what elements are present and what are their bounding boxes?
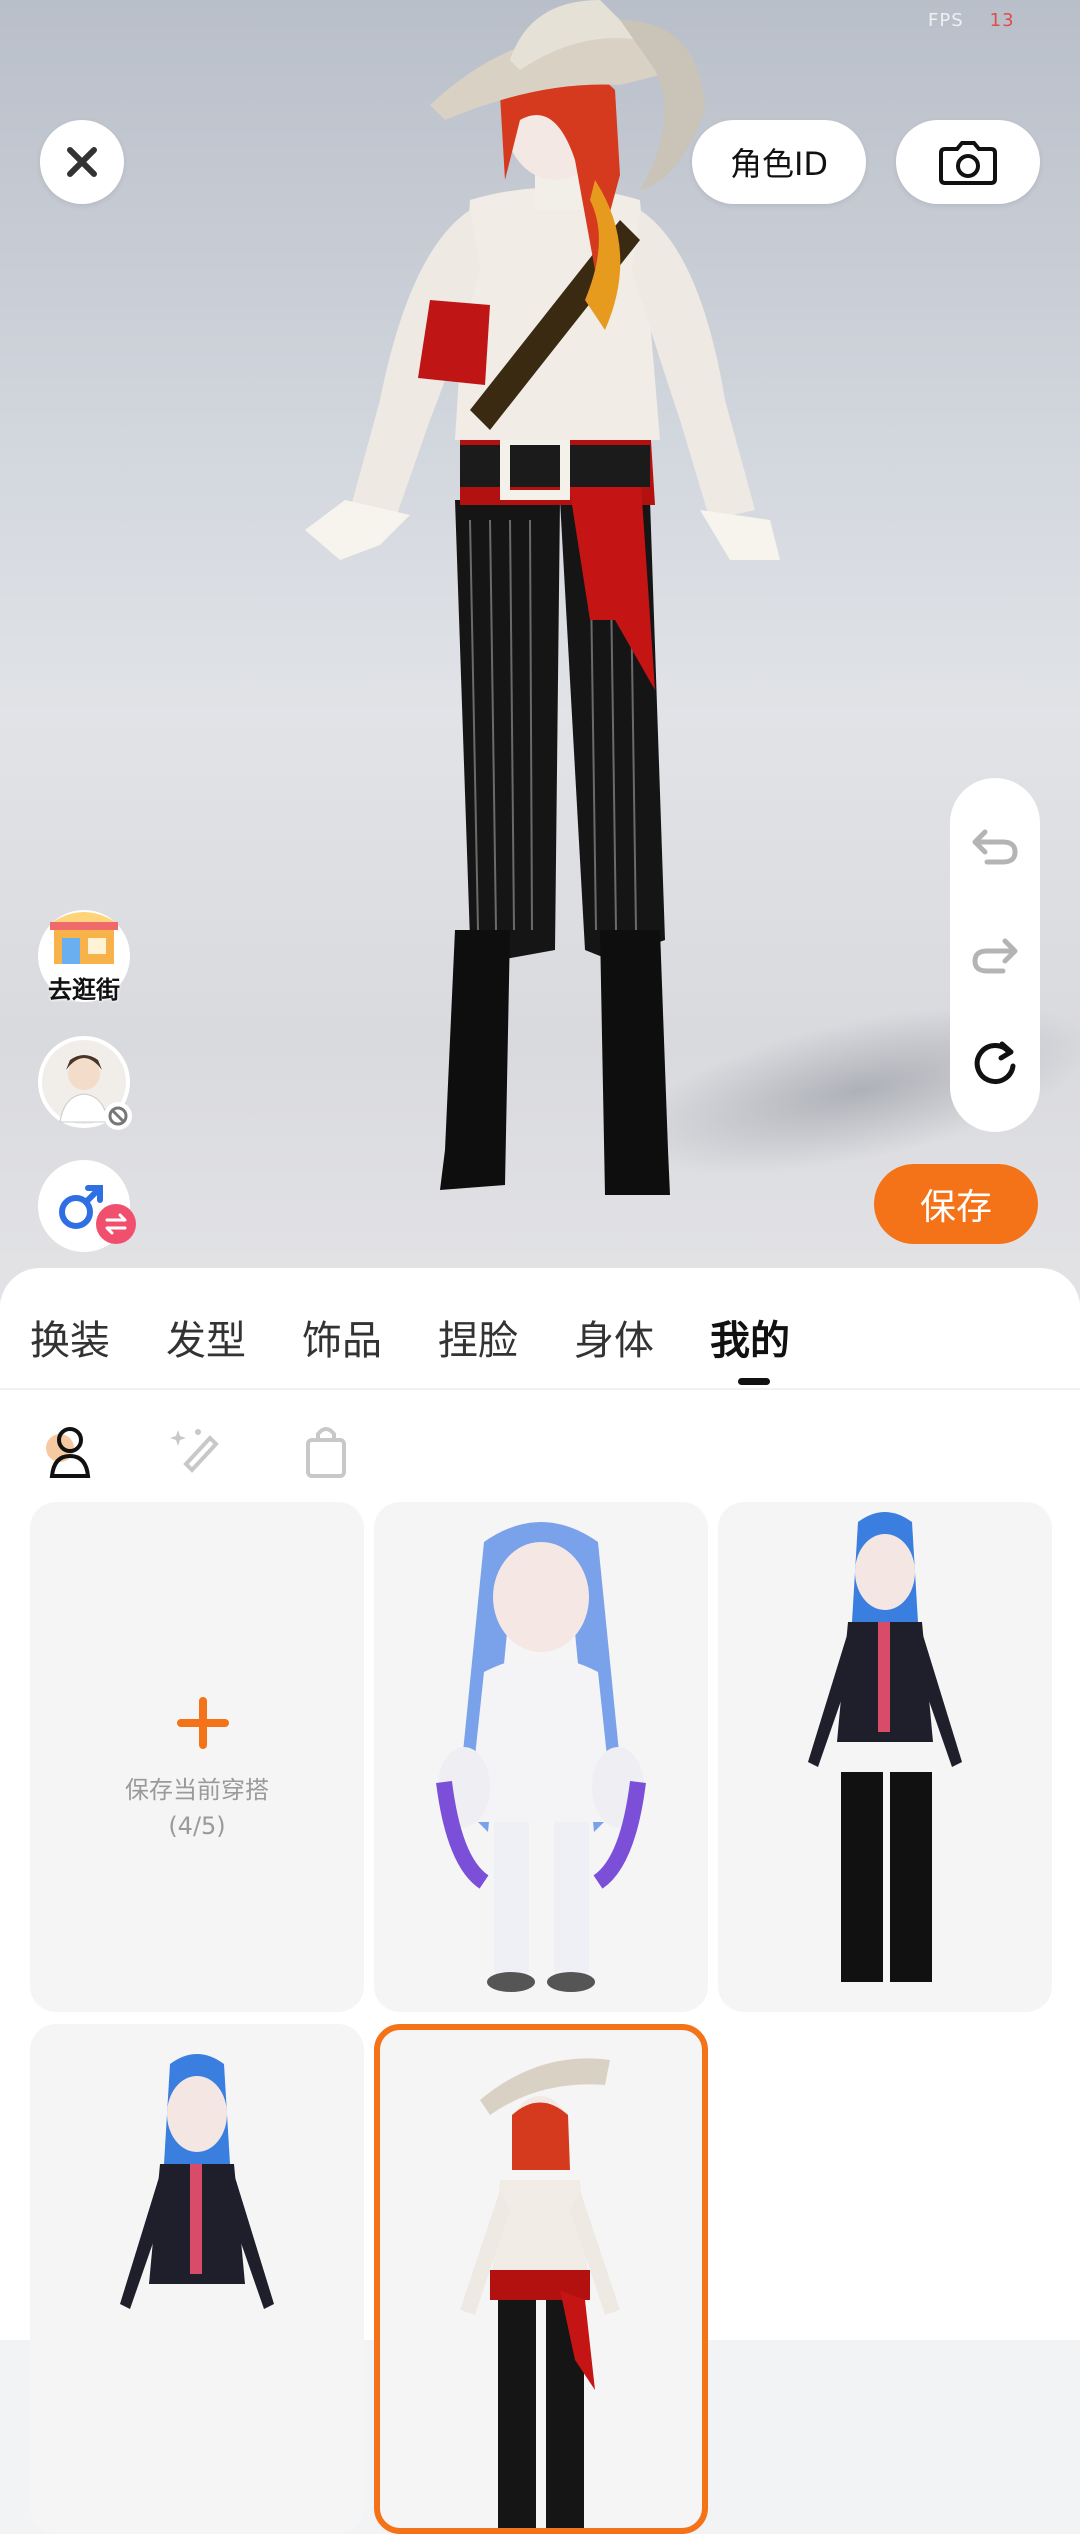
- category-tabs: 换装 发型 饰品 捏脸 身体 我的: [0, 1268, 1080, 1388]
- reset-icon[interactable]: [969, 1038, 1021, 1090]
- tab-mine[interactable]: 我的: [710, 1308, 790, 1366]
- outfit-card-4-selected[interactable]: [374, 2024, 708, 2534]
- tab-accessories[interactable]: 饰品: [302, 1308, 382, 1366]
- go-shopping-label: 去逛街: [48, 976, 120, 1004]
- active-tab-indicator: [738, 1378, 770, 1385]
- save-outfit-card[interactable]: 保存当前穿搭 (4/5): [30, 1502, 364, 2012]
- hidden-badge-icon: [104, 1102, 132, 1130]
- person-icon[interactable]: [38, 1420, 98, 1480]
- sub-tabs: [0, 1408, 1080, 1498]
- tab-body[interactable]: 身体: [574, 1308, 654, 1366]
- outfit-thumbnail: [808, 1512, 962, 1982]
- role-id-label: 角色ID: [729, 145, 829, 183]
- go-shopping-button[interactable]: 去逛街: [38, 910, 130, 1004]
- outfit-thumbnail: [460, 2058, 620, 2528]
- close-icon: [67, 147, 97, 177]
- outfit-card-1[interactable]: [374, 1502, 708, 2012]
- outfit-card-2[interactable]: [718, 1502, 1052, 2012]
- outfit-count: (4/5): [168, 1812, 226, 1840]
- tab-outfit[interactable]: 换装: [30, 1308, 110, 1366]
- redo-icon[interactable]: [969, 929, 1021, 981]
- fps-label: FPS: [928, 10, 964, 31]
- close-button[interactable]: [40, 120, 124, 204]
- history-panel: [950, 778, 1040, 1132]
- fps-counter: FPS 13: [928, 10, 1015, 31]
- sparkle-brush-icon[interactable]: [164, 1420, 224, 1480]
- camera-button[interactable]: [896, 120, 1040, 204]
- avatar-stage[interactable]: FPS 13 角色ID 保存 去逛街: [0, 0, 1080, 1300]
- role-id-button[interactable]: 角色ID: [692, 120, 866, 204]
- tab-face[interactable]: 捏脸: [438, 1308, 518, 1366]
- camera-icon: [939, 141, 997, 185]
- tabs-divider: [0, 1388, 1080, 1390]
- gender-switch-button[interactable]: [38, 1160, 136, 1252]
- fps-value: 13: [989, 10, 1015, 31]
- shopping-bag-icon[interactable]: [296, 1420, 356, 1480]
- shop-icon: [50, 912, 118, 964]
- plus-icon: [177, 1697, 229, 1749]
- wardrobe-sheet: 换装 发型 饰品 捏脸 身体 我的 保存当前穿搭 (4/5): [0, 1268, 1080, 2534]
- outfit-thumbnail: [436, 1522, 646, 1992]
- friend-avatar-button[interactable]: [38, 1036, 132, 1130]
- save-outfit-label: 保存当前穿搭: [125, 1776, 269, 1804]
- outfit-card-3[interactable]: [30, 2024, 364, 2534]
- undo-icon[interactable]: [969, 820, 1021, 872]
- save-button[interactable]: 保存: [874, 1164, 1038, 1244]
- swap-badge-icon: [96, 1204, 136, 1244]
- tab-hairstyle[interactable]: 发型: [166, 1308, 246, 1366]
- outfit-thumbnail: [120, 2054, 274, 2309]
